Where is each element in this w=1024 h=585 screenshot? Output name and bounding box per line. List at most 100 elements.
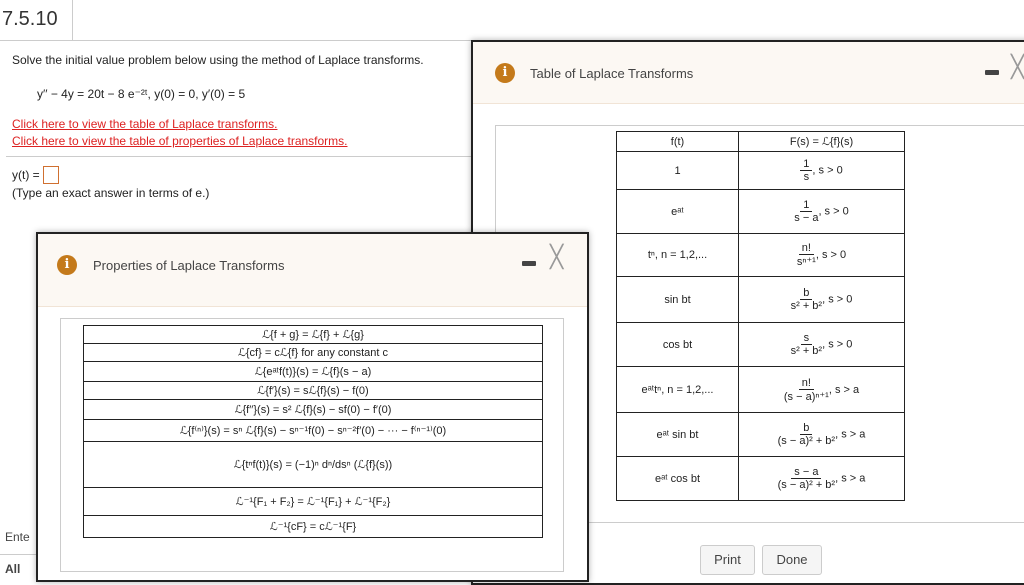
- divider: [6, 156, 472, 157]
- f-value: sin bt: [664, 293, 691, 306]
- property-row: ℒ{tⁿf(t)}(s) = (−1)ⁿ dⁿ/dsⁿ (ℒ{f}(s)): [83, 441, 543, 488]
- f-value: cos bt: [662, 338, 693, 351]
- close-button[interactable]: ╳: [550, 246, 563, 268]
- F-cell: n! sⁿ⁺¹, s > 0: [738, 233, 905, 277]
- numerator: n!: [798, 242, 814, 255]
- table-row: eᵃᵗ cos bt s − a (s − a)² + b², s > a: [616, 456, 905, 501]
- numerator: n!: [798, 377, 814, 390]
- property-row: ℒ⁻¹{cF} = cℒ⁻¹{F}: [83, 515, 543, 538]
- f-cell: tⁿ, n = 1,2,...: [616, 233, 739, 277]
- answer-label: y(t) =: [12, 168, 40, 182]
- minimize-button[interactable]: [522, 261, 536, 266]
- denominator: s² + b²: [790, 345, 823, 357]
- f-value: eᵃᵗ sin bt: [656, 428, 699, 441]
- property-formula: ℒ{f + g} = ℒ{f} + ℒ{g}: [83, 325, 543, 344]
- F-cell: n! (s − a)ⁿ⁺¹, s > a: [738, 366, 905, 413]
- condition: , s > a: [828, 383, 860, 396]
- fraction: b s² + b²: [791, 287, 822, 312]
- minimize-button[interactable]: [985, 70, 999, 75]
- table-row: eᵃᵗtⁿ, n = 1,2,... n! (s − a)ⁿ⁺¹, s > a: [616, 366, 905, 413]
- F-cell: s − a (s − a)² + b², s > a: [738, 456, 905, 501]
- f-cell: eᵃᵗtⁿ, n = 1,2,...: [616, 366, 739, 413]
- laplace-table: f(t) F(s) = ℒ{f}(s) 1 1s, s > 0 eᵃᵗ 1s − …: [616, 131, 905, 501]
- denominator: s − a: [794, 212, 819, 224]
- property-formula: ℒ{f′}(s) = sℒ{f}(s) − f(0): [83, 381, 543, 400]
- property-row: ℒ{f′}(s) = sℒ{f}(s) − f(0): [83, 381, 543, 400]
- dialog-header: i Properties of Laplace Transforms ╳: [38, 234, 587, 307]
- table-row: cos bt s s² + b², s > 0: [616, 322, 905, 367]
- info-icon: i: [495, 63, 515, 83]
- condition: , s > a: [835, 428, 866, 441]
- F-cell: s s² + b², s > 0: [738, 322, 905, 367]
- f-value: tⁿ, n = 1,2,...: [647, 249, 708, 261]
- f-value: eᵃᵗ: [671, 205, 684, 218]
- answer-input[interactable]: [42, 166, 59, 184]
- property-formula: ℒ⁻¹{F₁ + F₂} = ℒ⁻¹{F₁} + ℒ⁻¹{F₂}: [83, 487, 543, 516]
- info-icon: i: [57, 255, 77, 275]
- fraction: b (s − a)² + b²: [778, 422, 835, 447]
- divider: [72, 0, 73, 40]
- f-cell: cos bt: [616, 322, 739, 367]
- denominator: s: [803, 171, 810, 183]
- F-cell: 1s, s > 0: [738, 151, 905, 190]
- f-value: eᵃᵗtⁿ, n = 1,2,...: [641, 383, 714, 396]
- dialog-header: i Table of Laplace Transforms ╳: [473, 42, 1024, 104]
- laplace-properties-dialog: i Properties of Laplace Transforms ╳ ℒ{f…: [36, 232, 589, 582]
- fraction: s s² + b²: [791, 332, 822, 357]
- table-row: eᵃᵗ sin bt b (s − a)² + b², s > a: [616, 412, 905, 457]
- fraction: 1s − a: [794, 199, 818, 224]
- properties-table: ℒ{f + g} = ℒ{f} + ℒ{g} ℒ{cf} = cℒ{f} for …: [83, 325, 543, 538]
- f-cell: eᵃᵗ: [616, 189, 739, 234]
- answer-hint: (Type an exact answer in terms of e.): [12, 186, 210, 200]
- dialog-title: Table of Laplace Transforms: [530, 66, 694, 81]
- property-formula: ℒ{f′′}(s) = s² ℒ{f}(s) − sf(0) − f′(0): [83, 399, 543, 420]
- property-row: ℒ{f + g} = ℒ{f} + ℒ{g}: [83, 325, 543, 344]
- all-text: All: [5, 562, 21, 576]
- property-row: ℒ{cf} = cℒ{f} for any constant c: [83, 343, 543, 362]
- property-row: ℒ{f⁽ⁿ⁾}(s) = sⁿ ℒ{f}(s) − sⁿ⁻¹f(0) − sⁿ⁻…: [83, 419, 543, 442]
- f-value: eᵃᵗ cos bt: [654, 472, 701, 485]
- condition: , s > 0: [815, 248, 847, 261]
- fraction: 1s: [800, 158, 813, 183]
- numerator: s: [800, 332, 813, 345]
- F-cell: b (s − a)² + b², s > a: [738, 412, 905, 457]
- property-formula: ℒ{f⁽ⁿ⁾}(s) = sⁿ ℒ{f}(s) − sⁿ⁻¹f(0) − sⁿ⁻…: [83, 419, 543, 442]
- table-row: sin bt b s² + b², s > 0: [616, 276, 905, 323]
- property-formula: ℒ{tⁿf(t)}(s) = (−1)ⁿ dⁿ/dsⁿ (ℒ{f}(s)): [83, 441, 543, 488]
- condition: , s > 0: [818, 205, 849, 218]
- f-cell: sin bt: [616, 276, 739, 323]
- condition: , s > a: [835, 472, 866, 485]
- f-cell: eᵃᵗ sin bt: [616, 412, 739, 457]
- numerator: 1: [800, 158, 813, 171]
- laplace-properties-link[interactable]: Click here to view the table of properti…: [12, 134, 348, 148]
- fraction: s − a (s − a)² + b²: [778, 466, 835, 491]
- close-button[interactable]: ╳: [1011, 56, 1024, 78]
- F-cell: b s² + b², s > 0: [738, 276, 905, 323]
- denominator: (s − a)ⁿ⁺¹: [783, 390, 829, 403]
- problem-equation: y′′ − 4y = 20t − 8 e⁻²ᵗ, y(0) = 0, y′(0)…: [37, 87, 246, 101]
- laplace-table-link[interactable]: Click here to view the table of Laplace …: [12, 117, 277, 131]
- condition: , s > 0: [812, 164, 843, 177]
- table-row: 1 1s, s > 0: [616, 151, 905, 190]
- f-value: 1: [674, 164, 681, 177]
- column-header: F(s) = ℒ{f}(s): [738, 131, 905, 152]
- question-number: 7.5.10: [2, 8, 58, 30]
- table-row: eᵃᵗ 1s − a, s > 0: [616, 189, 905, 234]
- fraction: n! (s − a)ⁿ⁺¹: [784, 377, 829, 403]
- f-cell: eᵃᵗ cos bt: [616, 456, 739, 501]
- numerator: b: [800, 422, 813, 435]
- answer-row: y(t) =: [12, 166, 59, 184]
- F-cell: 1s − a, s > 0: [738, 189, 905, 234]
- denominator: s² + b²: [790, 300, 823, 312]
- denominator: (s − a)² + b²: [777, 435, 836, 447]
- condition: , s > 0: [822, 338, 853, 351]
- enter-text: Ente: [5, 530, 30, 544]
- denominator: (s − a)² + b²: [777, 479, 836, 491]
- numerator: s − a: [791, 466, 822, 479]
- property-formula: ℒ{eᵃᵗf(t)}(s) = ℒ{f}(s − a): [83, 361, 543, 382]
- property-row: ℒ⁻¹{F₁ + F₂} = ℒ⁻¹{F₁} + ℒ⁻¹{F₂}: [83, 487, 543, 516]
- property-row: ℒ{eᵃᵗf(t)}(s) = ℒ{f}(s − a): [83, 361, 543, 382]
- property-formula: ℒ⁻¹{cF} = cℒ⁻¹{F}: [83, 515, 543, 538]
- fraction: n! sⁿ⁺¹: [797, 242, 816, 268]
- property-row: ℒ{f′′}(s) = s² ℒ{f}(s) − sf(0) − f′(0): [83, 399, 543, 420]
